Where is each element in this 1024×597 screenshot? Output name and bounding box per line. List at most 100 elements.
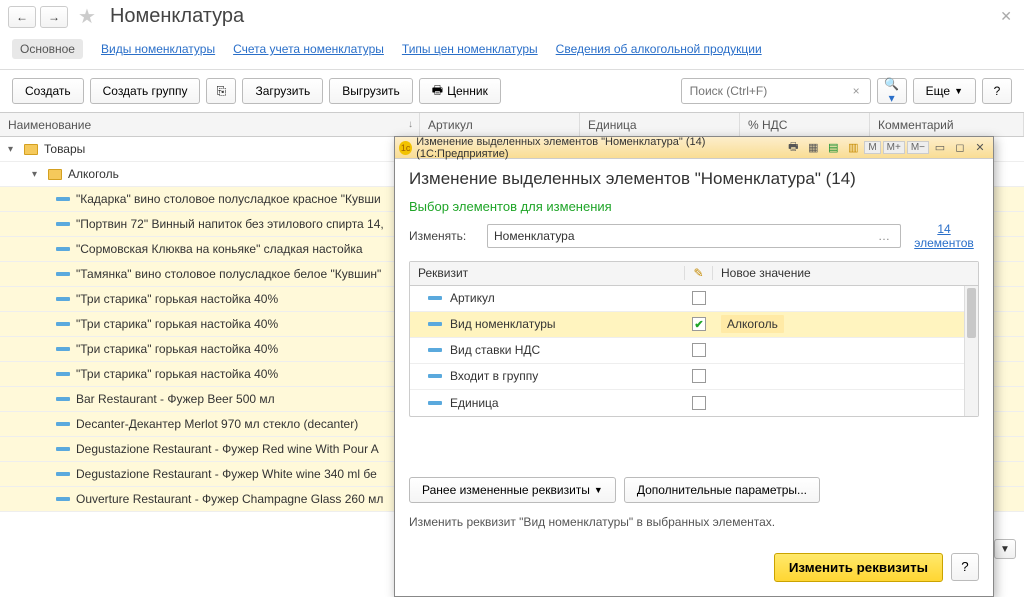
create-button[interactable]: Создать bbox=[12, 78, 84, 104]
requisite-row[interactable]: Единица bbox=[410, 390, 978, 416]
item-icon bbox=[56, 297, 70, 301]
print-icon[interactable]: 🖶 bbox=[784, 140, 802, 156]
modal-hint: Изменить реквизит "Вид номенклатуры" в в… bbox=[409, 515, 979, 529]
item-icon bbox=[56, 347, 70, 351]
modal-titlebar-text: Изменение выделенных элементов "Номенкла… bbox=[416, 136, 780, 160]
modal-close-icon[interactable]: ✕ bbox=[971, 140, 989, 156]
item-icon bbox=[428, 322, 442, 326]
item-icon bbox=[56, 397, 70, 401]
item-icon bbox=[428, 296, 442, 300]
req-col-edit[interactable]: ✎ bbox=[685, 266, 713, 280]
minimize-icon[interactable]: ▭ bbox=[931, 140, 949, 156]
m-plus-button[interactable]: M+ bbox=[883, 141, 905, 154]
change-label: Изменять: bbox=[409, 229, 479, 243]
item-icon bbox=[56, 372, 70, 376]
more-button[interactable]: Еще ▼ bbox=[913, 78, 976, 104]
favorite-star-icon[interactable]: ★ bbox=[78, 4, 96, 29]
item-icon bbox=[428, 348, 442, 352]
req-col-value[interactable]: Новое значение bbox=[713, 266, 978, 280]
checkbox[interactable] bbox=[692, 317, 706, 331]
m-button[interactable]: M bbox=[864, 141, 880, 154]
checkbox[interactable] bbox=[692, 396, 706, 410]
copy-button[interactable]: ⎘ bbox=[206, 78, 236, 104]
item-icon bbox=[56, 422, 70, 426]
page-title: Номенклатура bbox=[110, 5, 244, 28]
tab-price-types[interactable]: Типы цен номенклатуры bbox=[402, 42, 538, 56]
tab-alcohol[interactable]: Сведения об алкогольной продукции bbox=[556, 42, 762, 56]
grid-icon[interactable]: ▦ bbox=[804, 140, 822, 156]
column-article[interactable]: Артикул bbox=[420, 113, 580, 136]
chevron-down-icon: ▼ bbox=[594, 485, 603, 495]
tab-accounts[interactable]: Счета учета номенклатуры bbox=[233, 42, 384, 56]
extra-params-button[interactable]: Дополнительные параметры... bbox=[624, 477, 820, 503]
prev-changed-button[interactable]: Ранее измененные реквизиты ▼ bbox=[409, 477, 616, 503]
modal-titlebar[interactable]: 1c Изменение выделенных элементов "Номен… bbox=[395, 137, 993, 159]
scroll-bottom-button[interactable]: ▼ bbox=[994, 539, 1016, 559]
toolbar: Создать Создать группу ⎘ Загрузить Выгру… bbox=[0, 70, 1024, 112]
item-icon bbox=[56, 222, 70, 226]
modal-subtitle: Выбор элементов для изменения bbox=[409, 199, 979, 214]
checkbox[interactable] bbox=[692, 291, 706, 305]
column-name[interactable]: Наименование ↓ bbox=[0, 113, 420, 136]
folder-icon bbox=[48, 169, 62, 180]
scrollbar[interactable] bbox=[964, 286, 978, 416]
requisite-row[interactable]: Входит в группу bbox=[410, 364, 978, 390]
req-col-name[interactable]: Реквизит bbox=[410, 266, 685, 280]
requisite-value: Алкоголь bbox=[721, 315, 784, 333]
tree-collapse-icon[interactable]: ▾ bbox=[8, 144, 18, 155]
modal-title: Изменение выделенных элементов "Номенкла… bbox=[409, 169, 979, 189]
item-icon bbox=[56, 247, 70, 251]
item-icon bbox=[56, 497, 70, 501]
requisite-row[interactable]: Вид ставки НДС bbox=[410, 338, 978, 364]
maximize-icon[interactable]: ◻ bbox=[951, 140, 969, 156]
search-input-wrap[interactable]: × bbox=[681, 78, 871, 104]
help-button[interactable]: ? bbox=[982, 78, 1012, 104]
modal-help-button[interactable]: ? bbox=[951, 553, 979, 581]
pencil-icon: ✎ bbox=[693, 266, 703, 280]
folder-icon bbox=[24, 144, 38, 155]
item-icon bbox=[56, 472, 70, 476]
column-unit[interactable]: Единица bbox=[580, 113, 740, 136]
grid-header: Наименование ↓ Артикул Единица % НДС Ком… bbox=[0, 113, 1024, 137]
apply-button[interactable]: Изменить реквизиты bbox=[774, 553, 943, 582]
nav-back-button[interactable]: ← bbox=[8, 6, 36, 28]
calc-icon[interactable]: ▤ bbox=[824, 140, 842, 156]
tab-kinds[interactable]: Виды номенклатуры bbox=[101, 42, 215, 56]
item-icon bbox=[56, 197, 70, 201]
requisite-row[interactable]: Артикул bbox=[410, 286, 978, 312]
search-button[interactable]: 🔍 ▾ bbox=[877, 78, 907, 104]
tabs-bar: Основное Виды номенклатуры Счета учета н… bbox=[0, 33, 1024, 70]
column-vat[interactable]: % НДС bbox=[740, 113, 870, 136]
search-clear-icon[interactable]: × bbox=[849, 84, 864, 98]
nav-forward-button[interactable]: → bbox=[40, 6, 68, 28]
sort-icon: ↓ bbox=[408, 119, 413, 130]
item-icon bbox=[56, 272, 70, 276]
item-icon bbox=[56, 447, 70, 451]
print-icon: 🖶 bbox=[432, 81, 443, 102]
change-value-input[interactable]: Номенклатура … bbox=[487, 224, 901, 248]
tab-main[interactable]: Основное bbox=[12, 39, 83, 59]
search-input[interactable] bbox=[688, 83, 849, 99]
chevron-down-icon: ▼ bbox=[954, 86, 963, 96]
checkbox[interactable] bbox=[692, 369, 706, 383]
tree-collapse-icon[interactable]: ▾ bbox=[32, 169, 42, 180]
create-group-button[interactable]: Создать группу bbox=[90, 78, 201, 104]
item-icon bbox=[56, 322, 70, 326]
m-minus-button[interactable]: M− bbox=[907, 141, 929, 154]
requisites-grid: Реквизит ✎ Новое значение Артикул Вид но… bbox=[409, 261, 979, 417]
modal-dialog: 1c Изменение выделенных элементов "Номен… bbox=[394, 136, 994, 597]
item-icon bbox=[428, 401, 442, 405]
close-icon[interactable]: ✕ bbox=[996, 4, 1016, 29]
checkbox[interactable] bbox=[692, 343, 706, 357]
unload-button[interactable]: Выгрузить bbox=[329, 78, 413, 104]
column-comment[interactable]: Комментарий bbox=[870, 113, 1024, 136]
load-button[interactable]: Загрузить bbox=[242, 78, 323, 104]
app-icon: 1c bbox=[399, 141, 412, 155]
price-tag-button[interactable]: 🖶 Ценник bbox=[419, 78, 501, 104]
item-icon bbox=[428, 374, 442, 378]
elements-count-link[interactable]: 14 элементов bbox=[909, 222, 979, 251]
scrollbar-thumb[interactable] bbox=[967, 288, 976, 338]
requisite-row[interactable]: Вид номенклатуры Алкоголь bbox=[410, 312, 978, 338]
calendar-icon[interactable]: ▥ bbox=[844, 140, 862, 156]
ellipsis-icon[interactable]: … bbox=[874, 229, 894, 243]
